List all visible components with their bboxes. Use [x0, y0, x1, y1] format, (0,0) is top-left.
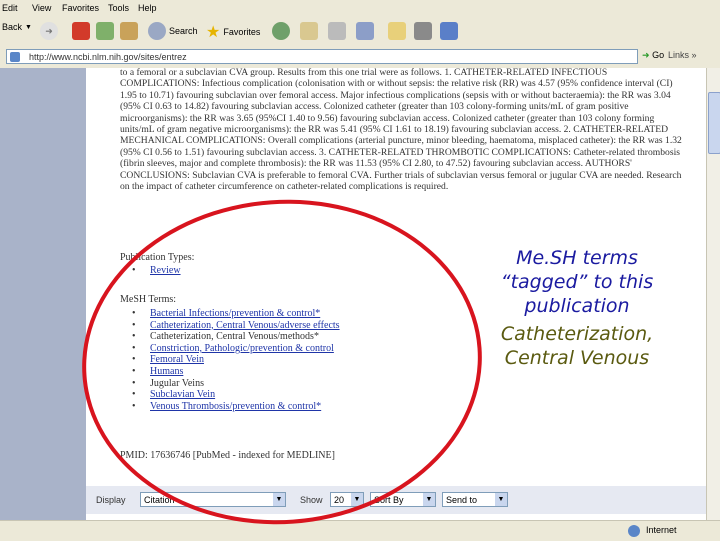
display-bar: Display Citation ▼ Show 20 ▼ Sort By ▼ S…	[86, 486, 706, 514]
refresh-button[interactable]	[96, 22, 114, 40]
vertical-scrollbar[interactable]	[706, 68, 720, 528]
status-bar: Internet	[0, 520, 720, 541]
zone-label: Internet	[646, 525, 677, 535]
mail-button[interactable]	[300, 22, 318, 40]
mesh-term-link[interactable]: Constriction, Pathologic/prevention & co…	[150, 343, 334, 354]
messenger-button[interactable]	[440, 22, 458, 40]
home-button[interactable]	[120, 22, 138, 40]
send-to-select[interactable]: Send to ▼	[442, 492, 508, 507]
list-item: Subclavian Vein	[120, 389, 340, 401]
folder-icon[interactable]	[388, 22, 406, 40]
address-bar: http://www.ncbi.nlm.nih.gov/sites/entrez…	[0, 46, 720, 69]
mesh-term-link[interactable]: Femoral Vein	[150, 354, 204, 365]
menu-tools[interactable]: Tools	[108, 3, 129, 13]
print-button[interactable]	[328, 22, 346, 40]
research-button[interactable]	[414, 22, 432, 40]
menu-help[interactable]: Help	[138, 3, 157, 13]
menu-view[interactable]: View	[32, 3, 51, 13]
back-button[interactable]: Back ▼	[2, 22, 32, 32]
menu-favorites[interactable]: Favorites	[62, 3, 99, 13]
search-button[interactable]: Search	[148, 22, 198, 40]
url-field[interactable]: http://www.ncbi.nlm.nih.gov/sites/entrez	[6, 49, 638, 64]
forward-arrow-icon[interactable]: ➜	[40, 22, 58, 40]
chevron-down-icon[interactable]: ▼	[25, 24, 32, 31]
list-item: Bacterial Infections/prevention & contro…	[120, 308, 340, 320]
edit-button[interactable]	[356, 22, 374, 40]
mesh-term-link[interactable]: Subclavian Vein	[150, 389, 215, 400]
publication-type-link[interactable]: Review	[150, 265, 181, 276]
annotation-title: Me.SH terms “tagged” to this publication	[500, 247, 654, 317]
mesh-terms-heading: MeSH Terms:	[120, 294, 177, 305]
send-to-value: Send to	[446, 495, 478, 505]
history-icon[interactable]	[272, 22, 290, 40]
display-format-select[interactable]: Citation ▼	[140, 492, 286, 507]
links-button[interactable]: Links »	[668, 50, 697, 60]
history-button[interactable]	[272, 22, 290, 40]
go-label: Go	[652, 50, 665, 60]
chevron-down-icon[interactable]: ▼	[273, 493, 285, 506]
home-icon[interactable]	[120, 22, 138, 40]
mesh-term-link[interactable]: Catheterization, Central Venous/adverse …	[150, 320, 340, 331]
list-item: Catheterization, Central Venous/methods*	[120, 331, 340, 343]
list-item: Constriction, Pathologic/prevention & co…	[120, 343, 340, 355]
mesh-term-link[interactable]: Humans	[150, 366, 183, 377]
show-count-select[interactable]: 20 ▼	[330, 492, 364, 507]
pmid-line: PMID: 17636746 [PubMed - indexed for MED…	[120, 450, 335, 461]
mesh-term-link[interactable]: Bacterial Infections/prevention & contro…	[150, 308, 320, 319]
stop-button[interactable]	[72, 22, 90, 40]
mesh-terms-list: Bacterial Infections/prevention & contro…	[120, 308, 340, 412]
folder-button[interactable]	[388, 22, 406, 40]
show-count-value: 20	[334, 495, 345, 505]
favorites-label: Favorites	[223, 27, 261, 37]
chevron-down-icon[interactable]: ▼	[495, 493, 507, 506]
messenger-icon[interactable]	[440, 22, 458, 40]
edit-icon[interactable]	[356, 22, 374, 40]
globe-icon	[628, 525, 640, 537]
mail-icon[interactable]	[300, 22, 318, 40]
toolbar: Back ▼ ➜ Search ★ Favorites	[0, 18, 720, 47]
refresh-icon[interactable]	[96, 22, 114, 40]
sort-by-select[interactable]: Sort By ▼	[370, 492, 436, 507]
chevron-down-icon[interactable]: ▼	[423, 493, 435, 506]
display-format-value: Citation	[144, 495, 175, 505]
scrollbar-thumb[interactable]	[708, 92, 720, 154]
display-label: Display	[96, 495, 126, 505]
sort-by-value: Sort By	[374, 495, 404, 505]
links-label: Links	[668, 50, 690, 60]
research-icon[interactable]	[414, 22, 432, 40]
mesh-term-link[interactable]: Venous Thrombosis/prevention & control*	[150, 401, 321, 412]
search-label: Search	[169, 26, 198, 36]
forward-button[interactable]: ➜	[40, 22, 58, 40]
list-item: Humans	[120, 366, 340, 378]
list-item: Catheterization, Central Venous/adverse …	[120, 320, 340, 332]
list-item: Femoral Vein	[120, 354, 340, 366]
mesh-term-text: Catheterization, Central Venous/methods*	[150, 331, 319, 343]
left-sidebar	[0, 68, 86, 528]
publication-types-heading: Publication Types:	[120, 252, 195, 263]
page-icon	[10, 52, 20, 62]
mesh-term-text: Jugular Veins	[150, 377, 204, 389]
annotation-example: Catheterization, Central Venous	[500, 323, 654, 369]
list-item: Review	[120, 265, 181, 277]
menu-bar: Edit View Favorites Tools Help	[0, 0, 720, 19]
stop-icon[interactable]	[72, 22, 90, 40]
go-arrow-icon[interactable]: ➜	[642, 50, 650, 60]
abstract-text: to a femoral or a subclavian CVA group. …	[120, 68, 682, 193]
go-button[interactable]: ➜ Go	[642, 50, 664, 61]
print-icon[interactable]	[328, 22, 346, 40]
show-label: Show	[300, 495, 323, 505]
list-item: Jugular Veins	[120, 378, 340, 390]
back-label: Back	[2, 22, 23, 32]
annotation-callout: Me.SH terms “tagged” to this publication…	[470, 246, 684, 370]
publication-types-list: Review	[120, 265, 181, 277]
list-item: Venous Thrombosis/prevention & control*	[120, 401, 340, 413]
star-icon[interactable]: ★	[206, 22, 220, 42]
favorites-button[interactable]: ★ Favorites	[206, 22, 260, 42]
menu-edit[interactable]: Edit	[2, 3, 18, 13]
search-icon[interactable]	[148, 22, 166, 40]
chevron-down-icon[interactable]: ▼	[351, 493, 363, 506]
